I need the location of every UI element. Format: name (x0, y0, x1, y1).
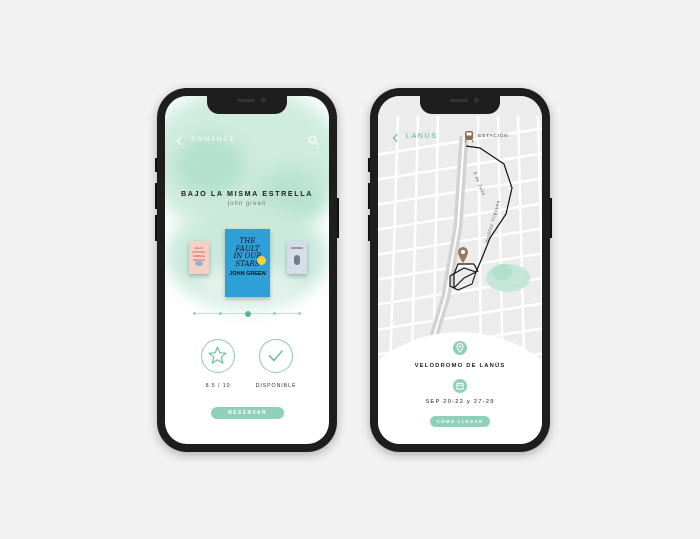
cover-author: JOHN GREEN (229, 271, 266, 277)
book-screen: ROMANCE BAJO LA MISMA ESTRELLA john gree… (165, 96, 329, 444)
venue-pin-icon (453, 341, 467, 355)
check-icon (268, 350, 283, 362)
cover-sticker (257, 256, 266, 265)
power-button (550, 198, 552, 238)
train-icon (464, 131, 474, 143)
availability-label: DISPONIBLE (255, 383, 297, 389)
book-author: john green (227, 201, 267, 207)
volume-up-button (368, 183, 370, 209)
phone-map: 9 de Julio Hipólito Yrigoyen LANÚS ESTAC… (368, 88, 552, 452)
power-button (337, 198, 339, 238)
directions-button[interactable]: CÓMO LLEGAR (430, 416, 490, 427)
mute-switch (368, 158, 370, 172)
back-chevron-icon[interactable] (176, 136, 186, 146)
rail-line (429, 135, 469, 338)
phone-book-detail: ROMANCE BAJO LA MISMA ESTRELLA john gree… (155, 88, 339, 452)
location-title: LANÚS (406, 133, 438, 140)
book-title: BAJO LA MISMA ESTRELLA (180, 189, 314, 198)
calendar-icon (453, 379, 467, 393)
category-label: ROMANCE (191, 136, 236, 143)
star-icon (208, 346, 227, 364)
volume-down-button (368, 215, 370, 241)
slider-knob[interactable] (245, 310, 251, 317)
book-cover-right[interactable] (287, 241, 307, 274)
map-screen: 9 de Julio Hipólito Yrigoyen LANÚS ESTAC… (378, 96, 542, 444)
station-label: ESTACIÓN (478, 134, 509, 139)
rating-button[interactable] (201, 339, 235, 373)
rating-value: 8.5 / 10 (205, 383, 231, 389)
search-icon[interactable] (308, 135, 319, 146)
notch (420, 96, 500, 114)
venue-name: VELODROMO DE LANÚS (414, 363, 506, 369)
location-pin-icon[interactable] (457, 246, 469, 264)
cover-slider[interactable] (193, 310, 301, 317)
reserve-button[interactable]: RESERVAR (211, 407, 284, 419)
mute-switch (155, 158, 157, 172)
volume-down-button (155, 215, 157, 241)
availability-button[interactable] (259, 339, 293, 373)
top-bar: ROMANCE (175, 134, 321, 148)
book-cover-left[interactable]: SALLY ROONEY NORMAL PEOPLE (189, 241, 209, 274)
event-dates: SEP 20-22 y 27-29 (425, 399, 495, 405)
volume-up-button (155, 183, 157, 209)
notch (207, 96, 287, 114)
book-cover-main[interactable]: THE FAULT IN OUR STARS JOHN GREEN (225, 229, 270, 297)
